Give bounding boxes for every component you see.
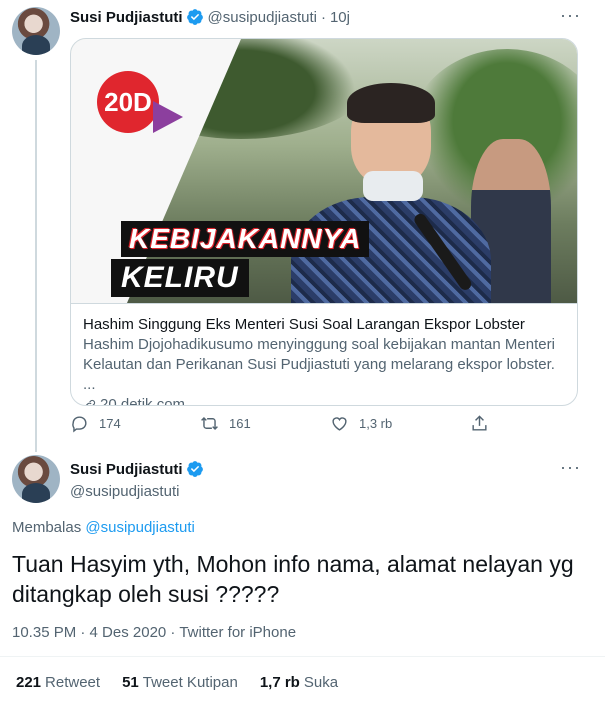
link-icon — [85, 399, 96, 405]
card-body: Hashim Singgung Eks Menteri Susi Soal La… — [71, 303, 577, 406]
likes-stat[interactable]: 1,7 rb Suka — [260, 674, 338, 691]
avatar[interactable] — [12, 455, 60, 503]
like-icon — [332, 417, 347, 431]
logo-tail-shape — [153, 101, 183, 133]
reply-count: 174 — [99, 416, 121, 431]
card-title: Hashim Singgung Eks Menteri Susi Soal La… — [83, 316, 525, 333]
author-name[interactable]: Susi Pudjiastuti — [70, 9, 183, 26]
face-mask — [363, 171, 423, 201]
verified-badge-icon — [186, 461, 203, 477]
more-icon[interactable]: ··· — [560, 6, 580, 29]
tweet-meta[interactable]: 10.35 PM · 4 Des 2020 · Twitter for iPho… — [12, 624, 296, 641]
likes-count: 1,7 rb — [259, 674, 300, 691]
avatar[interactable] — [12, 7, 60, 55]
quotes-stat[interactable]: 51 Tweet Kutipan — [122, 674, 238, 691]
divider — [0, 656, 605, 657]
more-icon[interactable]: ··· — [560, 458, 580, 481]
speaker-hair — [347, 83, 435, 123]
share-icon — [472, 415, 487, 431]
retweets-count: 221 — [16, 674, 42, 691]
link-card[interactable]: 20D KEBIJAKANNYA KELIRU Hashim Singgung … — [70, 38, 578, 406]
speaker-figure — [291, 79, 491, 303]
like-button[interactable]: 1,3 rb — [330, 414, 470, 433]
separator-dot: · — [320, 8, 326, 26]
handle-row: @susipudjiastuti — [70, 481, 179, 501]
card-domain-text: 20.detik.com — [100, 396, 186, 406]
tweet-stats: 221 Retweet 51 Tweet Kutipan 1,7 rb Suka — [16, 674, 338, 691]
quotes-label: Tweet Kutipan — [142, 674, 238, 691]
quotes-count: 51 — [122, 674, 139, 691]
video-headline-line1: KEBIJAKANNYA — [121, 221, 370, 257]
thread-connector-line — [35, 60, 37, 452]
replying-to-mention[interactable]: @susipudjiastuti — [85, 519, 194, 536]
reply-icon — [72, 416, 87, 433]
author-handle[interactable]: @susipudjiastuti — [208, 9, 317, 26]
author-handle[interactable]: @susipudjiastuti — [70, 483, 179, 500]
tweet-header: Susi Pudjiastuti @susipudjiastuti · 10j — [70, 6, 350, 28]
retweets-stat[interactable]: 221 Retweet — [16, 674, 100, 691]
like-count: 1,3 rb — [359, 416, 393, 431]
verified-badge-icon — [186, 9, 203, 25]
retweet-icon — [201, 416, 218, 431]
tweet-text: Tuan Hasyim yth, Mohon info nama, alamat… — [12, 551, 574, 607]
video-headline-line2: KELIRU — [111, 259, 249, 297]
tweet-header: Susi Pudjiastuti — [70, 459, 208, 479]
share-button[interactable] — [470, 414, 499, 433]
card-description: Hashim Djojohadikusumo menyinggung soal … — [83, 336, 555, 393]
retweet-button[interactable]: 161 — [200, 414, 330, 433]
retweet-count: 161 — [229, 416, 251, 431]
reply-button[interactable]: 174 — [70, 414, 200, 433]
replying-to-label: Membalas — [12, 519, 82, 536]
author-name[interactable]: Susi Pudjiastuti — [70, 461, 183, 478]
retweets-label: Retweet — [45, 674, 101, 691]
card-image: 20D KEBIJAKANNYA KELIRU — [71, 39, 577, 303]
likes-label: Suka — [303, 674, 339, 691]
tweet-time[interactable]: 10j — [330, 9, 350, 26]
tweet-actions: 174 161 1,3 rb — [70, 414, 500, 433]
channel-logo: 20D — [97, 71, 159, 133]
card-domain: 20.detik.com — [83, 395, 565, 406]
replying-to: Membalas @susipudjiastuti — [12, 519, 195, 536]
